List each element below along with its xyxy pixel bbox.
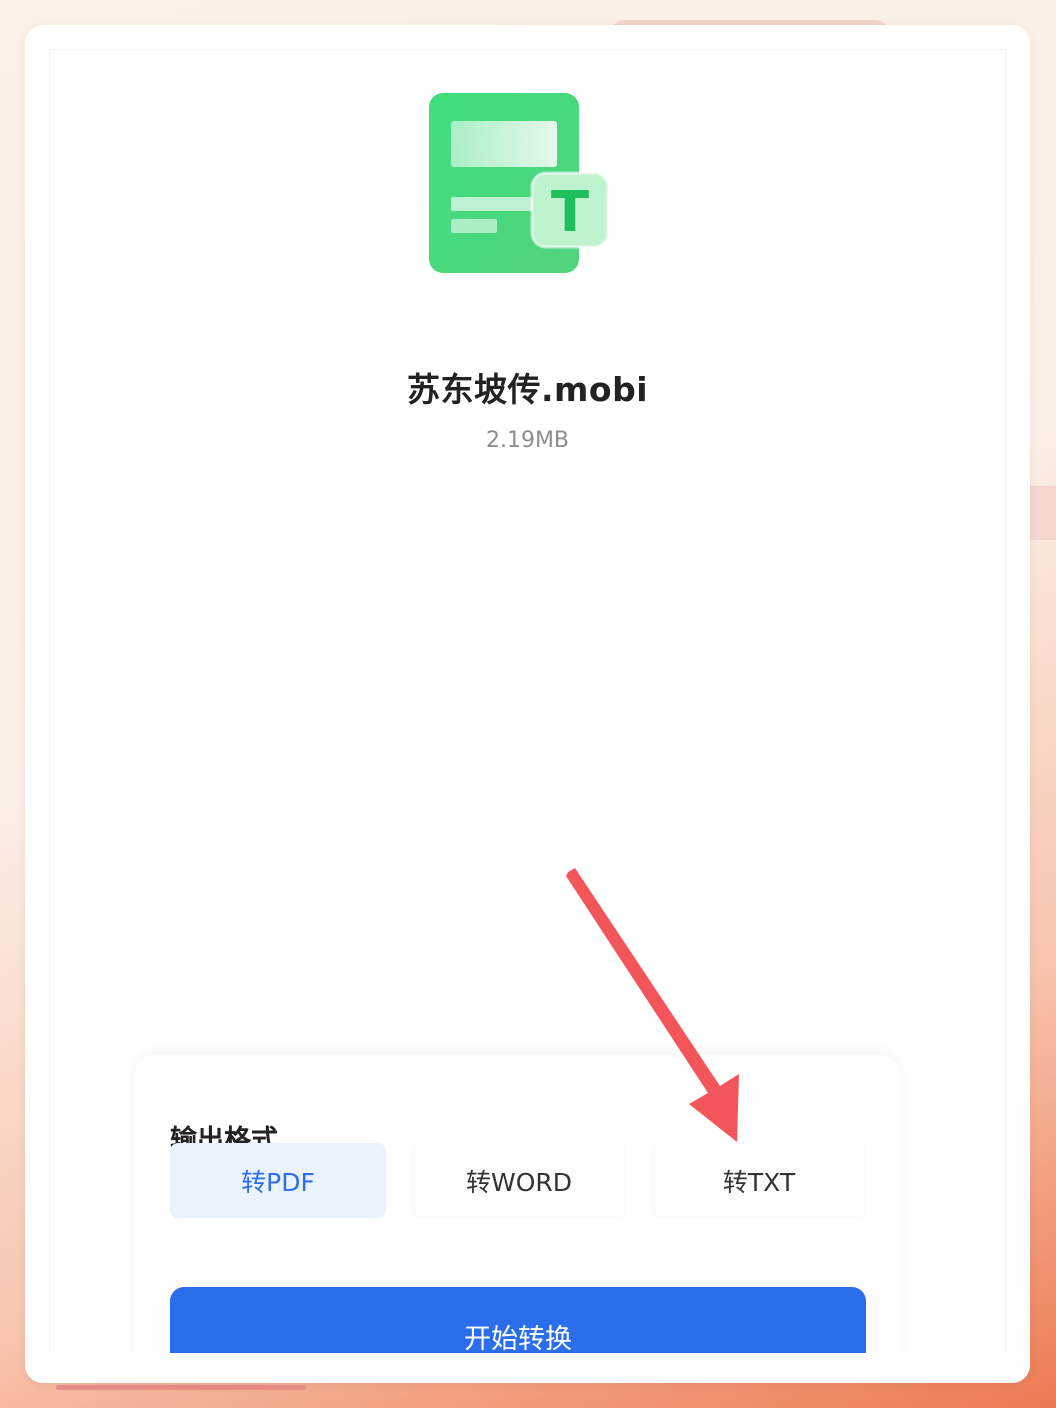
output-format-panel: 输出格式 转PDF 转WORD 转TXT 开始转换 [135, 1055, 900, 1383]
format-option-pdf[interactable]: 转PDF [170, 1143, 386, 1218]
format-option-word[interactable]: 转WORD [411, 1143, 627, 1218]
card-bottom-edge [25, 1353, 1030, 1383]
format-option-txt[interactable]: 转TXT [651, 1143, 867, 1218]
icon-letter: T [551, 180, 589, 245]
file-name: 苏东坡传.mobi [406, 370, 649, 409]
conversion-card: T 苏东坡传.mobi 2.19MB 输出格式 转PDF 转WORD 转TXT … [25, 25, 1030, 1383]
file-size: 2.19MB [485, 428, 570, 453]
background-band [1030, 486, 1056, 540]
txt-document-icon: T [429, 93, 609, 273]
background-line [56, 1385, 306, 1390]
